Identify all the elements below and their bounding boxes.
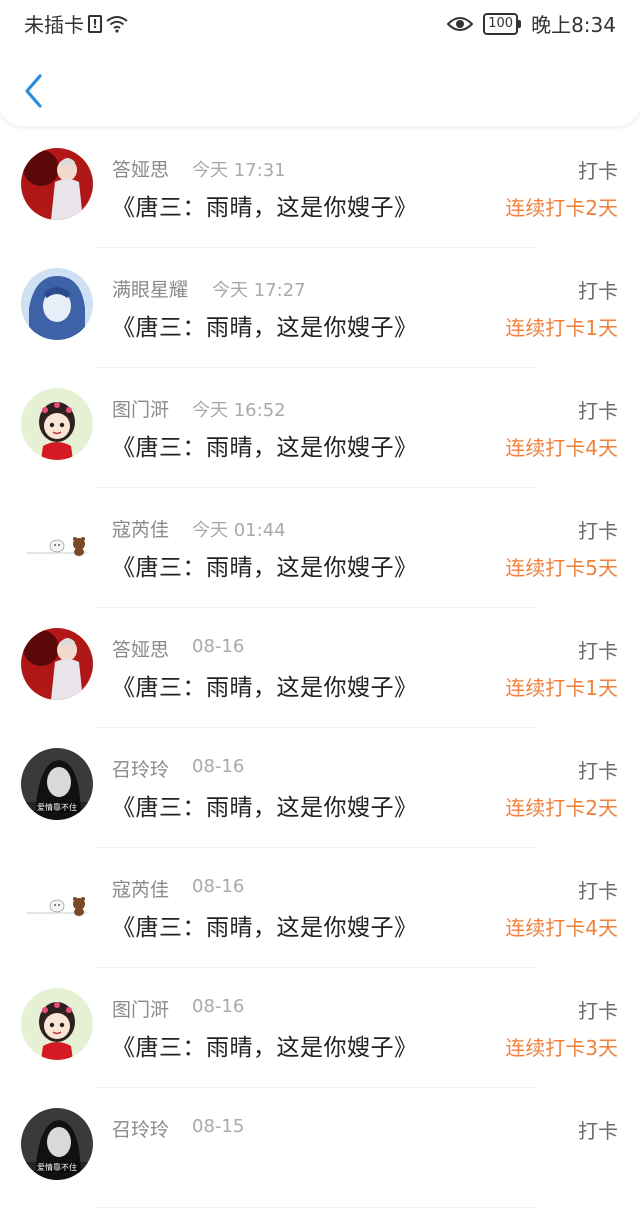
streak-label: 连续打卡2天 [505,196,618,220]
checkin-tag: 打卡 [578,639,618,663]
checkin-tag: 打卡 [578,879,618,903]
list-item[interactable]: 寇芮佳 08-16 《唐三：雨晴，这是你嫂子》 打卡连续打卡4天 [0,848,640,968]
checkin-tag: 打卡 [578,399,618,423]
list-item[interactable]: 图门涆 今天 16:52 《唐三：雨晴，这是你嫂子》 打卡连续打卡4天 [0,368,640,488]
nav-bar [0,44,640,126]
checkin-tag: 打卡 [578,999,618,1023]
svg-text:爱情靠不住: 爱情靠不住 [37,802,77,812]
post-title[interactable]: 《唐三：雨晴，这是你嫂子》 [112,788,418,822]
battery-level: 100 [483,12,519,35]
post-title[interactable]: 《唐三：雨晴，这是你嫂子》 [112,908,418,942]
post-title[interactable]: 《唐三：雨晴，这是你嫂子》 [112,188,418,222]
list-item[interactable]: 答娅思 08-16 《唐三：雨晴，这是你嫂子》 打卡连续打卡1天 [0,608,640,728]
list-item[interactable]: 寇芮佳 今天 01:44 《唐三：雨晴，这是你嫂子》 打卡连续打卡5天 [0,488,640,608]
post-time: 08-16 [192,996,245,1017]
eye-icon [447,16,474,31]
list-item[interactable]: 爱情靠不住 召玲玲 08-16 《唐三：雨晴，这是你嫂子》 打卡连续打卡2天 [0,728,640,848]
user-name[interactable]: 满眼星耀 [112,275,188,302]
chevron-left-icon[interactable] [20,72,48,110]
battery-tip [518,19,522,28]
user-name[interactable]: 图门涆 [112,395,169,422]
user-name[interactable]: 寇芮佳 [112,875,169,902]
post-time: 08-16 [192,636,245,657]
avatar-red[interactable] [21,628,93,700]
checkin-tag: 打卡 [578,159,618,183]
battery-icon: 100 [483,12,522,35]
avatar-girl[interactable] [21,388,93,460]
post-time: 今天 17:31 [192,160,286,181]
post-time: 今天 16:52 [192,400,286,421]
streak-label: 连续打卡1天 [505,316,618,340]
sim-alert-icon: ! [88,14,102,33]
clock-text: 晚上8:34 [531,13,616,37]
post-time: 08-15 [192,1116,245,1137]
user-name[interactable]: 召玲玲 [112,755,169,782]
post-time: 08-16 [192,876,245,897]
post-title[interactable]: 《唐三：雨晴，这是你嫂子》 [112,308,418,342]
carrier-text: 未插卡 [24,13,84,37]
avatar-bw[interactable]: 爱情靠不住 [21,1108,93,1180]
avatar-bw[interactable]: 爱情靠不住 [21,748,93,820]
checkin-list: 答娅思 今天 17:31 《唐三：雨晴，这是你嫂子》 打卡 连续打卡2天 满眼星耀 今天 … [0,128,640,1208]
post-time: 今天 17:27 [212,280,306,301]
list-item[interactable]: 图门涆 08-16 《唐三：雨晴，这是你嫂子》 打卡连续打卡3天 [0,968,640,1088]
streak-label: 连续打卡4天 [505,436,618,460]
status-right: 100 晚上8:34 [447,9,616,38]
list-item[interactable]: 爱情靠不住 召玲玲 08-15 打卡 [0,1088,640,1208]
checkin-tag: 打卡 [578,279,618,303]
streak-label: 连续打卡4天 [505,916,618,940]
post-time: 今天 01:44 [192,520,286,541]
user-name[interactable]: 寇芮佳 [112,515,169,542]
post-title[interactable]: 《唐三：雨晴，这是你嫂子》 [112,1028,418,1062]
post-time: 08-16 [192,756,245,777]
status-left: 未插卡 ! [24,9,128,38]
post-title[interactable]: 《唐三：雨晴，这是你嫂子》 [112,548,418,582]
streak-label: 连续打卡2天 [505,796,618,820]
avatar-girl[interactable] [21,988,93,1060]
user-name[interactable]: 答娅思 [112,155,169,182]
user-name[interactable]: 图门涆 [112,995,169,1022]
avatar-red[interactable] [21,148,93,220]
list-item[interactable]: 答娅思 今天 17:31 《唐三：雨晴，这是你嫂子》 打卡连续打卡2天 [0,128,640,248]
checkin-tag: 打卡 [578,1119,618,1143]
user-name[interactable]: 答娅思 [112,635,169,662]
checkin-tag: 打卡 [578,519,618,543]
checkin-tag: 打卡 [578,759,618,783]
streak-label: 连续打卡1天 [505,676,618,700]
post-title[interactable]: 《唐三：雨晴，这是你嫂子》 [112,428,418,462]
streak-label: 连续打卡5天 [505,556,618,580]
status-bar: 未插卡 ! 100 晚上8:34 [0,0,640,44]
svg-text:爱情靠不住: 爱情靠不住 [37,1162,77,1172]
avatar-bears[interactable] [21,508,93,580]
wifi-icon [106,15,128,33]
post-title[interactable]: 《唐三：雨晴，这是你嫂子》 [112,668,418,702]
avatar-blue[interactable] [21,268,93,340]
list-item[interactable]: 满眼星耀 今天 17:27 《唐三：雨晴，这是你嫂子》 打卡连续打卡1天 [0,248,640,368]
streak-label: 连续打卡3天 [505,1036,618,1060]
avatar-bears[interactable] [21,868,93,940]
